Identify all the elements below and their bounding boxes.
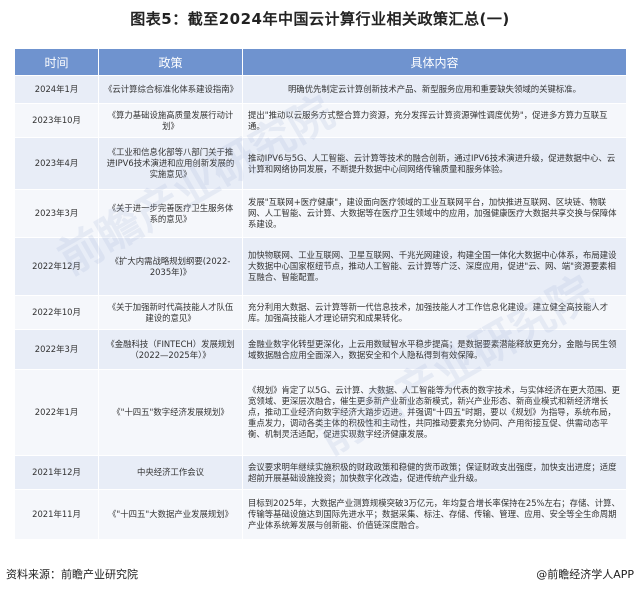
row-content: 提出"推动以云服务方式整合算力资源，充分发挥云计算资源弹性调度优势"，促进多方算… [242, 103, 627, 138]
row-policy: 《云计算综合标准化体系建设指南》 [98, 75, 243, 104]
source-note: 资料来源：前瞻产业研究院 [6, 568, 138, 581]
row-policy: 《扩大内需战略规划纲要(2022-2035年)》 [98, 237, 243, 296]
row-time: 2021年12月 [14, 455, 99, 490]
row-time: 2022年3月 [14, 329, 99, 370]
row-time: 2023年4月 [14, 137, 99, 190]
table-header-row: 时间 政策 具体内容 [14, 48, 627, 76]
table-row: 2021年12月 中央经济工作会议 会议要求明年继续实施积极的财政政策和稳健的货… [14, 455, 627, 490]
row-time: 2023年3月 [14, 189, 99, 238]
row-content: 加快物联网、工业互联网、卫星互联网、千兆光网建设，构建全国一体化大数据中心体系，… [242, 237, 627, 296]
row-policy: 《"十四五"数字经济发展规划》 [98, 369, 243, 456]
row-policy: 《工业和信息化部等八部门关于推进IPV6技术演进和应用创新发展的实施意见》 [98, 137, 243, 190]
row-content: 推动IPV6与5G、人工智能、云计算等技术的融合创新，通过IPV6技术演进升级，… [242, 137, 627, 190]
row-content: 会议要求明年继续实施积极的财政政策和稳健的货币政策；保证财政支出强度，加快支出进… [242, 455, 627, 490]
row-time: 2022年12月 [14, 237, 99, 296]
header-policy: 政策 [98, 48, 243, 76]
table-row: 2022年10月 《关于加强新时代高技能人才队伍建设的意见》 充分利用大数据、云… [14, 295, 627, 330]
table-row: 2022年1月 《"十四五"数字经济发展规划》 《规划》肯定了以5G、云计算、大… [14, 369, 627, 456]
row-content: 目标到2025年，大数据产业测算规模突破3万亿元，年均复合增长率保持在25%左右… [242, 489, 627, 540]
table-row: 2022年3月 《金融科技（FINTECH）发展规划（2022—2025年）》 … [14, 329, 627, 370]
policy-table: 时间 政策 具体内容 2024年1月 《云计算综合标准化体系建设指南》 明确优先… [14, 48, 627, 540]
table-row: 2021年11月 《"十四五"大数据产业发展规划》 目标到2025年，大数据产业… [14, 489, 627, 540]
header-content: 具体内容 [242, 48, 627, 76]
header-time: 时间 [14, 48, 99, 76]
row-policy: 《金融科技（FINTECH）发展规划（2022—2025年）》 [98, 329, 243, 370]
row-content: 发展"互联网+医疗健康"，建设面向医疗领域的工业互联网平台，加快推进互联网、区块… [242, 189, 627, 238]
row-time: 2022年10月 [14, 295, 99, 330]
brand-credit: @前瞻经济学人APP [536, 568, 634, 581]
row-policy: 《关于加强新时代高技能人才队伍建设的意见》 [98, 295, 243, 330]
row-time: 2023年10月 [14, 103, 99, 138]
table-row: 2024年1月 《云计算综合标准化体系建设指南》 明确优先制定云计算创新技术产品… [14, 75, 627, 104]
row-policy: 《关于进一步完善医疗卫生服务体系的意见》 [98, 189, 243, 238]
table-row: 2022年12月 《扩大内需战略规划纲要(2022-2035年)》 加快物联网、… [14, 237, 627, 296]
page-title: 图表5：截至2024年中国云计算行业相关政策汇总(一) [130, 10, 510, 28]
row-policy: 《算力基础设施高质量发展行动计划》 [98, 103, 243, 138]
row-policy: 中央经济工作会议 [98, 455, 243, 490]
row-content: 明确优先制定云计算创新技术产品、新型服务应用和重要缺失领域的关键标准。 [242, 75, 627, 104]
row-time: 2022年1月 [14, 369, 99, 456]
row-content: 《规划》肯定了以5G、云计算、大数据、人工智能等为代表的数字技术，与实体经济在更… [242, 369, 627, 456]
row-time: 2024年1月 [14, 75, 99, 104]
table-row: 2023年4月 《工业和信息化部等八部门关于推进IPV6技术演进和应用创新发展的… [14, 137, 627, 190]
row-time: 2021年11月 [14, 489, 99, 540]
row-content: 充分利用大数据、云计算等新一代信息技术，加强技能人才工作信息化建设。建立健全高技… [242, 295, 627, 330]
row-policy: 《"十四五"大数据产业发展规划》 [98, 489, 243, 540]
footer: 资料来源：前瞻产业研究院 @前瞻经济学人APP [6, 566, 634, 582]
table-row: 2023年3月 《关于进一步完善医疗卫生服务体系的意见》 发展"互联网+医疗健康… [14, 189, 627, 238]
row-content: 金融业数字化转型更深化，上云用数赋智水平稳步提高；是数据要素潜能释放更充分，金融… [242, 329, 627, 370]
table-row: 2023年10月 《算力基础设施高质量发展行动计划》 提出"推动以云服务方式整合… [14, 103, 627, 138]
